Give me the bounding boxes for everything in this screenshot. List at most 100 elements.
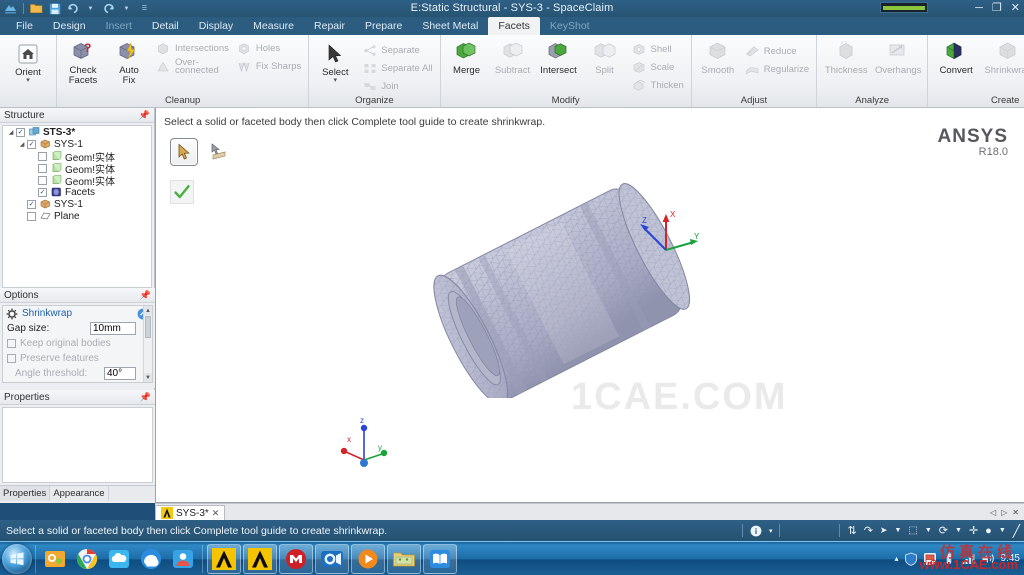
- join-button[interactable]: Join: [359, 78, 435, 95]
- taskbar-window-ansys-workbench[interactable]: [207, 543, 241, 574]
- tree-node-checkbox[interactable]: [38, 151, 47, 161]
- properties-tab-properties[interactable]: Properties: [0, 486, 51, 501]
- tree-node[interactable]: Plane: [3, 210, 151, 222]
- battery-icon[interactable]: [942, 552, 956, 565]
- ribbon-tab-file[interactable]: File: [6, 17, 43, 35]
- tree-node-checkbox[interactable]: [38, 175, 47, 185]
- taskbar-window-mail[interactable]: [279, 543, 313, 574]
- box-select-icon[interactable]: ⬚: [908, 525, 917, 536]
- ribbon-tab-detail[interactable]: Detail: [142, 17, 189, 35]
- tree-node-checkbox[interactable]: ✓: [27, 139, 36, 149]
- info-icon[interactable]: i: [750, 525, 762, 537]
- properties-tab-appearance[interactable]: Appearance: [50, 486, 109, 501]
- options-scroll-thumb[interactable]: [145, 316, 151, 338]
- document-tab-close-icon[interactable]: ✕: [212, 508, 220, 519]
- tree-node-checkbox[interactable]: [27, 211, 36, 221]
- cursor-rotate-icon[interactable]: ↷: [864, 524, 873, 537]
- tree-expander-icon[interactable]: ◢: [17, 141, 27, 148]
- separate-button[interactable]: Separate: [359, 42, 435, 59]
- taskbar-chrome-icon[interactable]: [73, 545, 101, 573]
- cursor-arrow-caret-icon[interactable]: ▼: [894, 527, 901, 534]
- check-facets-button[interactable]: ? Check Facets: [61, 37, 105, 86]
- holes-button[interactable]: Holes: [234, 40, 304, 57]
- spin-tool-caret-icon[interactable]: ▼: [955, 527, 962, 534]
- preserve-features-row[interactable]: Preserve features: [3, 351, 152, 366]
- security-shield-icon[interactable]: [904, 552, 918, 566]
- tool-guide-sweep-button[interactable]: [204, 138, 232, 166]
- ribbon-tab-display[interactable]: Display: [189, 17, 243, 35]
- scale-button[interactable]: Scale: [629, 59, 687, 76]
- regularize-button[interactable]: Regularize: [742, 61, 812, 78]
- subtract-button[interactable]: Subtract: [491, 37, 535, 76]
- thickness-button[interactable]: Thickness: [821, 37, 871, 76]
- properties-pin-icon[interactable]: 📌: [140, 392, 151, 403]
- gap-size-input[interactable]: [90, 322, 136, 335]
- options-scroll-down-icon[interactable]: ▼: [144, 373, 152, 382]
- orient-caret-icon[interactable]: ▾: [26, 77, 30, 84]
- ribbon-tab-keyshot[interactable]: KeyShot: [540, 17, 600, 35]
- over-connected-button[interactable]: Over-connected: [153, 57, 232, 75]
- properties-body[interactable]: [2, 407, 153, 483]
- taskbar-window-media-player[interactable]: [351, 543, 385, 574]
- shrinkwrap-button[interactable]: Shrinkwrap: [982, 37, 1024, 76]
- taskbar-window-ansys-spaceclaim[interactable]: [243, 543, 277, 574]
- split-button[interactable]: Split: [583, 37, 627, 76]
- overhangs-button[interactable]: Overhangs: [873, 37, 923, 76]
- cursor-arrow-icon[interactable]: ➤: [880, 525, 888, 536]
- keep-original-bodies-row[interactable]: Keep original bodies: [3, 336, 152, 351]
- tree-node[interactable]: ✓ Facets: [3, 186, 151, 198]
- document-tab-sys3[interactable]: SYS-3* ✕: [155, 505, 226, 520]
- spin-updown-icon[interactable]: ⇅: [847, 524, 856, 537]
- doc-nav-close-icon[interactable]: ✕: [1012, 508, 1019, 517]
- viewport-orientation-triad[interactable]: z x y: [334, 414, 396, 474]
- minimize-button[interactable]: ─: [975, 3, 983, 14]
- info-caret-icon[interactable]: ▾: [769, 527, 773, 535]
- doc-nav-prev-icon[interactable]: ◁: [990, 508, 996, 517]
- ribbon-tab-repair[interactable]: Repair: [304, 17, 355, 35]
- reduce-button[interactable]: Reduce: [742, 43, 812, 60]
- tree-node-checkbox[interactable]: [38, 163, 47, 173]
- intersect-button[interactable]: Intersect: [537, 37, 581, 76]
- tree-node-checkbox[interactable]: ✓: [38, 187, 47, 197]
- tree-node[interactable]: ✓ SYS-1: [3, 198, 151, 210]
- taskbar-baidu-cloud-icon[interactable]: [105, 545, 133, 573]
- tool-guide-complete-button[interactable]: [170, 180, 194, 204]
- intersections-button[interactable]: Intersections: [153, 40, 232, 57]
- measure-tool-icon[interactable]: ╱: [1013, 524, 1020, 538]
- pan-tool-icon[interactable]: ✛: [969, 524, 978, 537]
- orient-button[interactable]: Orient ▾: [6, 37, 50, 84]
- thicken-button[interactable]: Thicken: [629, 77, 687, 94]
- tree-node[interactable]: ◢ ✓ STS-3*: [3, 126, 151, 138]
- restore-button[interactable]: ❐: [992, 3, 1002, 14]
- convert-button[interactable]: Convert: [932, 37, 980, 76]
- tree-node-checkbox[interactable]: ✓: [16, 127, 25, 137]
- structure-tree[interactable]: ◢ ✓ STS-3* ◢ ✓ SYS-1 Geom!实体 Geom!实体 Geom!实体 ✓ Fac…: [2, 125, 152, 288]
- merge-button[interactable]: Merge: [445, 37, 489, 76]
- ribbon-tab-insert[interactable]: Insert: [96, 17, 142, 35]
- tree-expander-icon[interactable]: ◢: [6, 129, 16, 136]
- ribbon-tab-measure[interactable]: Measure: [243, 17, 304, 35]
- box-select-caret-icon[interactable]: ▼: [925, 527, 932, 534]
- taskbar-qq-browser-icon[interactable]: [137, 545, 165, 573]
- separate-all-button[interactable]: Separate All: [359, 60, 435, 77]
- taskbar-window-explorer[interactable]: [387, 543, 421, 574]
- preserve-features-checkbox[interactable]: [7, 354, 16, 363]
- ribbon-tab-facets[interactable]: Facets: [488, 17, 540, 35]
- ribbon-tab-design[interactable]: Design: [43, 17, 96, 35]
- 3d-viewport[interactable]: Select a solid or faceted body then clic…: [155, 108, 1024, 503]
- tree-node[interactable]: Geom!实体: [3, 174, 151, 188]
- fix-sharps-button[interactable]: Fix Sharps: [234, 58, 304, 75]
- taskbar-qq-icon[interactable]: [169, 545, 197, 573]
- auto-fix-button[interactable]: Auto Fix: [107, 37, 151, 86]
- show-hidden-icons-button[interactable]: ▴: [895, 554, 899, 563]
- network-icon[interactable]: [961, 552, 976, 565]
- shell-button[interactable]: Shell: [629, 41, 687, 58]
- spin-tool-icon[interactable]: ⟳: [939, 524, 948, 537]
- select-button[interactable]: Select ▾: [313, 37, 357, 84]
- smooth-button[interactable]: Smooth: [696, 37, 740, 76]
- flag-alert-icon[interactable]: [923, 552, 937, 566]
- tree-node-checkbox[interactable]: ✓: [27, 199, 36, 209]
- pin-icon[interactable]: 📌: [139, 110, 150, 121]
- options-scrollbar[interactable]: ▲ ▼: [143, 306, 152, 382]
- start-button[interactable]: [2, 543, 32, 574]
